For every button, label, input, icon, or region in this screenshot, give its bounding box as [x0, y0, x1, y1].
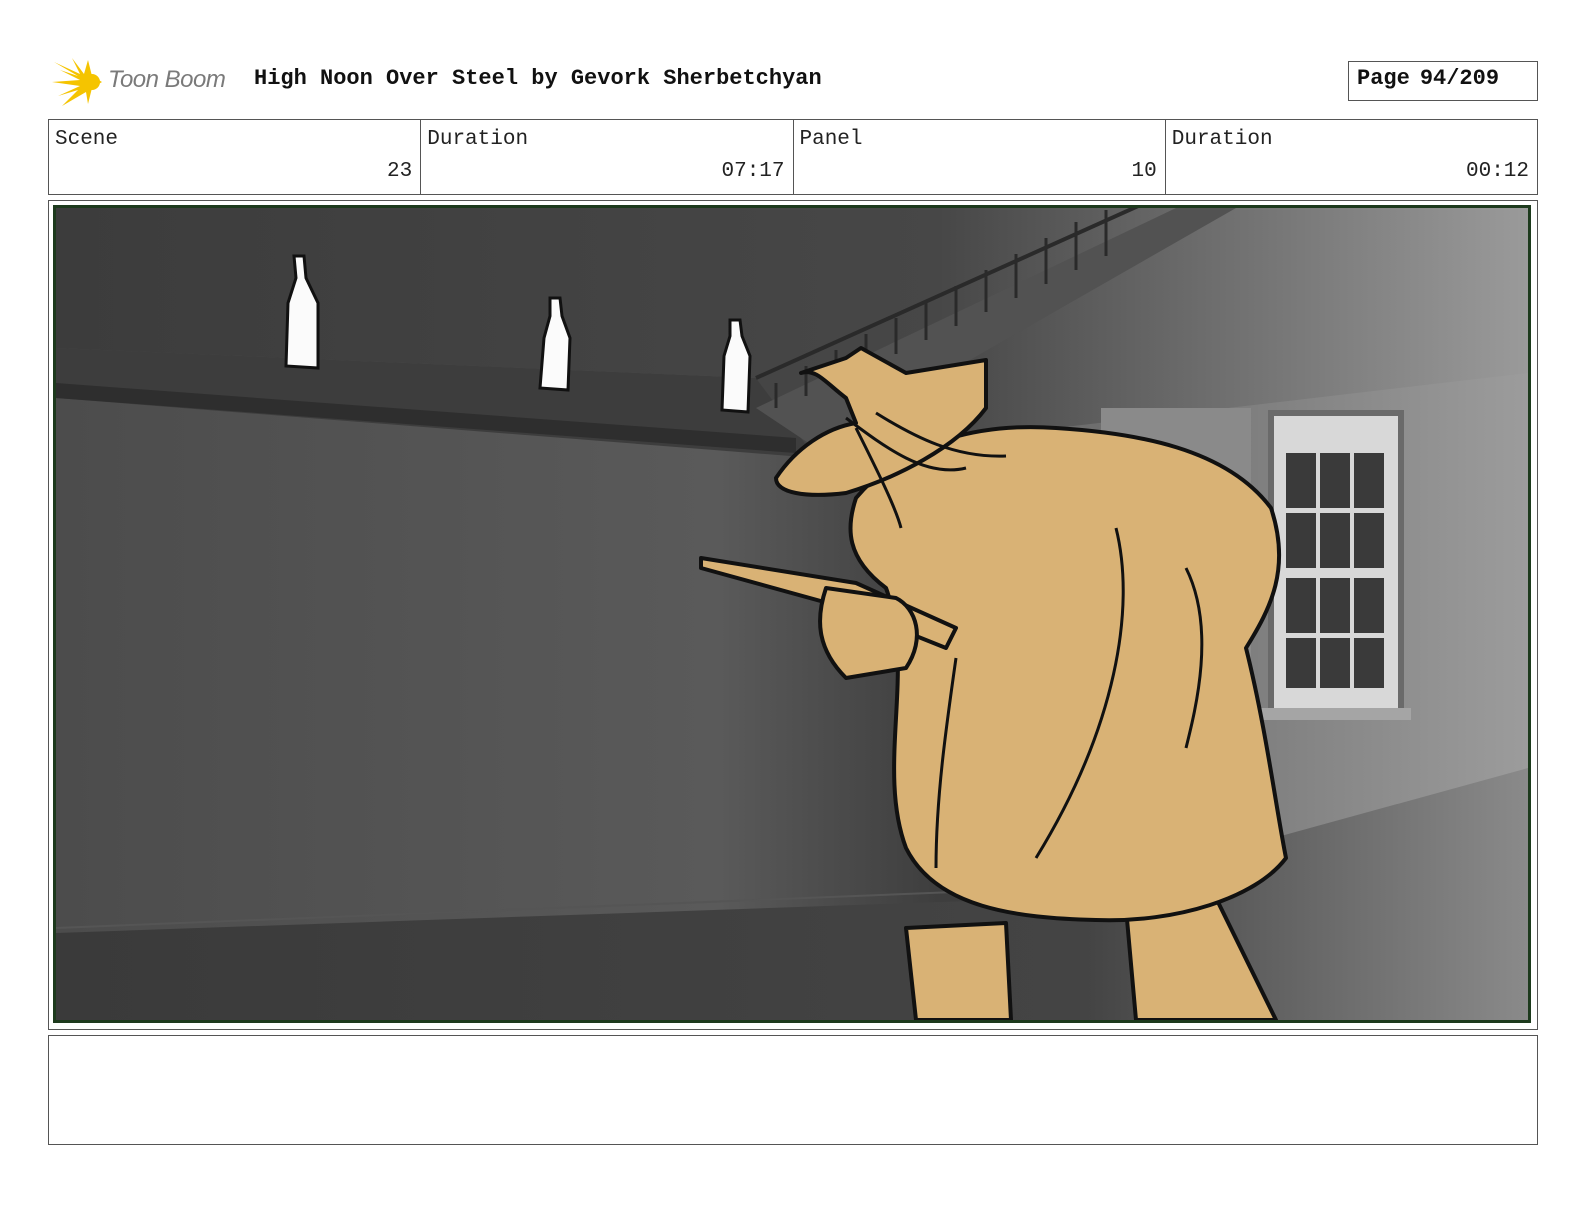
document-title: High Noon Over Steel by Gevork Sherbetch… — [254, 66, 822, 91]
scene-cell: Scene 23 — [49, 120, 422, 194]
logo-text: Toon Boom — [108, 66, 226, 93]
panel-artwork — [53, 205, 1531, 1023]
page-label: Page — [1357, 66, 1410, 91]
panel-label: Panel — [799, 128, 863, 151]
storyboard-drawing — [56, 208, 1528, 1020]
panel-value: 10 — [1131, 160, 1157, 183]
panel-cell: Panel 10 — [794, 120, 1166, 194]
scene-value: 23 — [387, 160, 413, 183]
panel-duration-cell: Duration 00:12 — [1166, 120, 1537, 194]
scene-duration-cell: Duration 07:17 — [421, 120, 794, 194]
toon-boom-logo: Toon Boom — [52, 56, 242, 108]
panel-info-row: Scene 23 Duration 07:17 Panel 10 Duratio… — [48, 119, 1538, 195]
panel-frame — [48, 200, 1538, 1030]
scene-duration-label: Duration — [427, 128, 529, 151]
panel-notes — [48, 1035, 1538, 1145]
storyboard-header: Toon Boom High Noon Over Steel by Gevork… — [48, 52, 1538, 108]
panel-duration-label: Duration — [1171, 128, 1273, 151]
page-indicator: Page 94/209 — [1348, 61, 1538, 101]
scene-duration-value: 07:17 — [721, 160, 785, 183]
scene-label: Scene — [55, 128, 119, 151]
page-number: 94/209 — [1419, 66, 1500, 91]
panel-duration-value: 00:12 — [1465, 160, 1529, 183]
starburst-logo-icon — [52, 58, 102, 106]
